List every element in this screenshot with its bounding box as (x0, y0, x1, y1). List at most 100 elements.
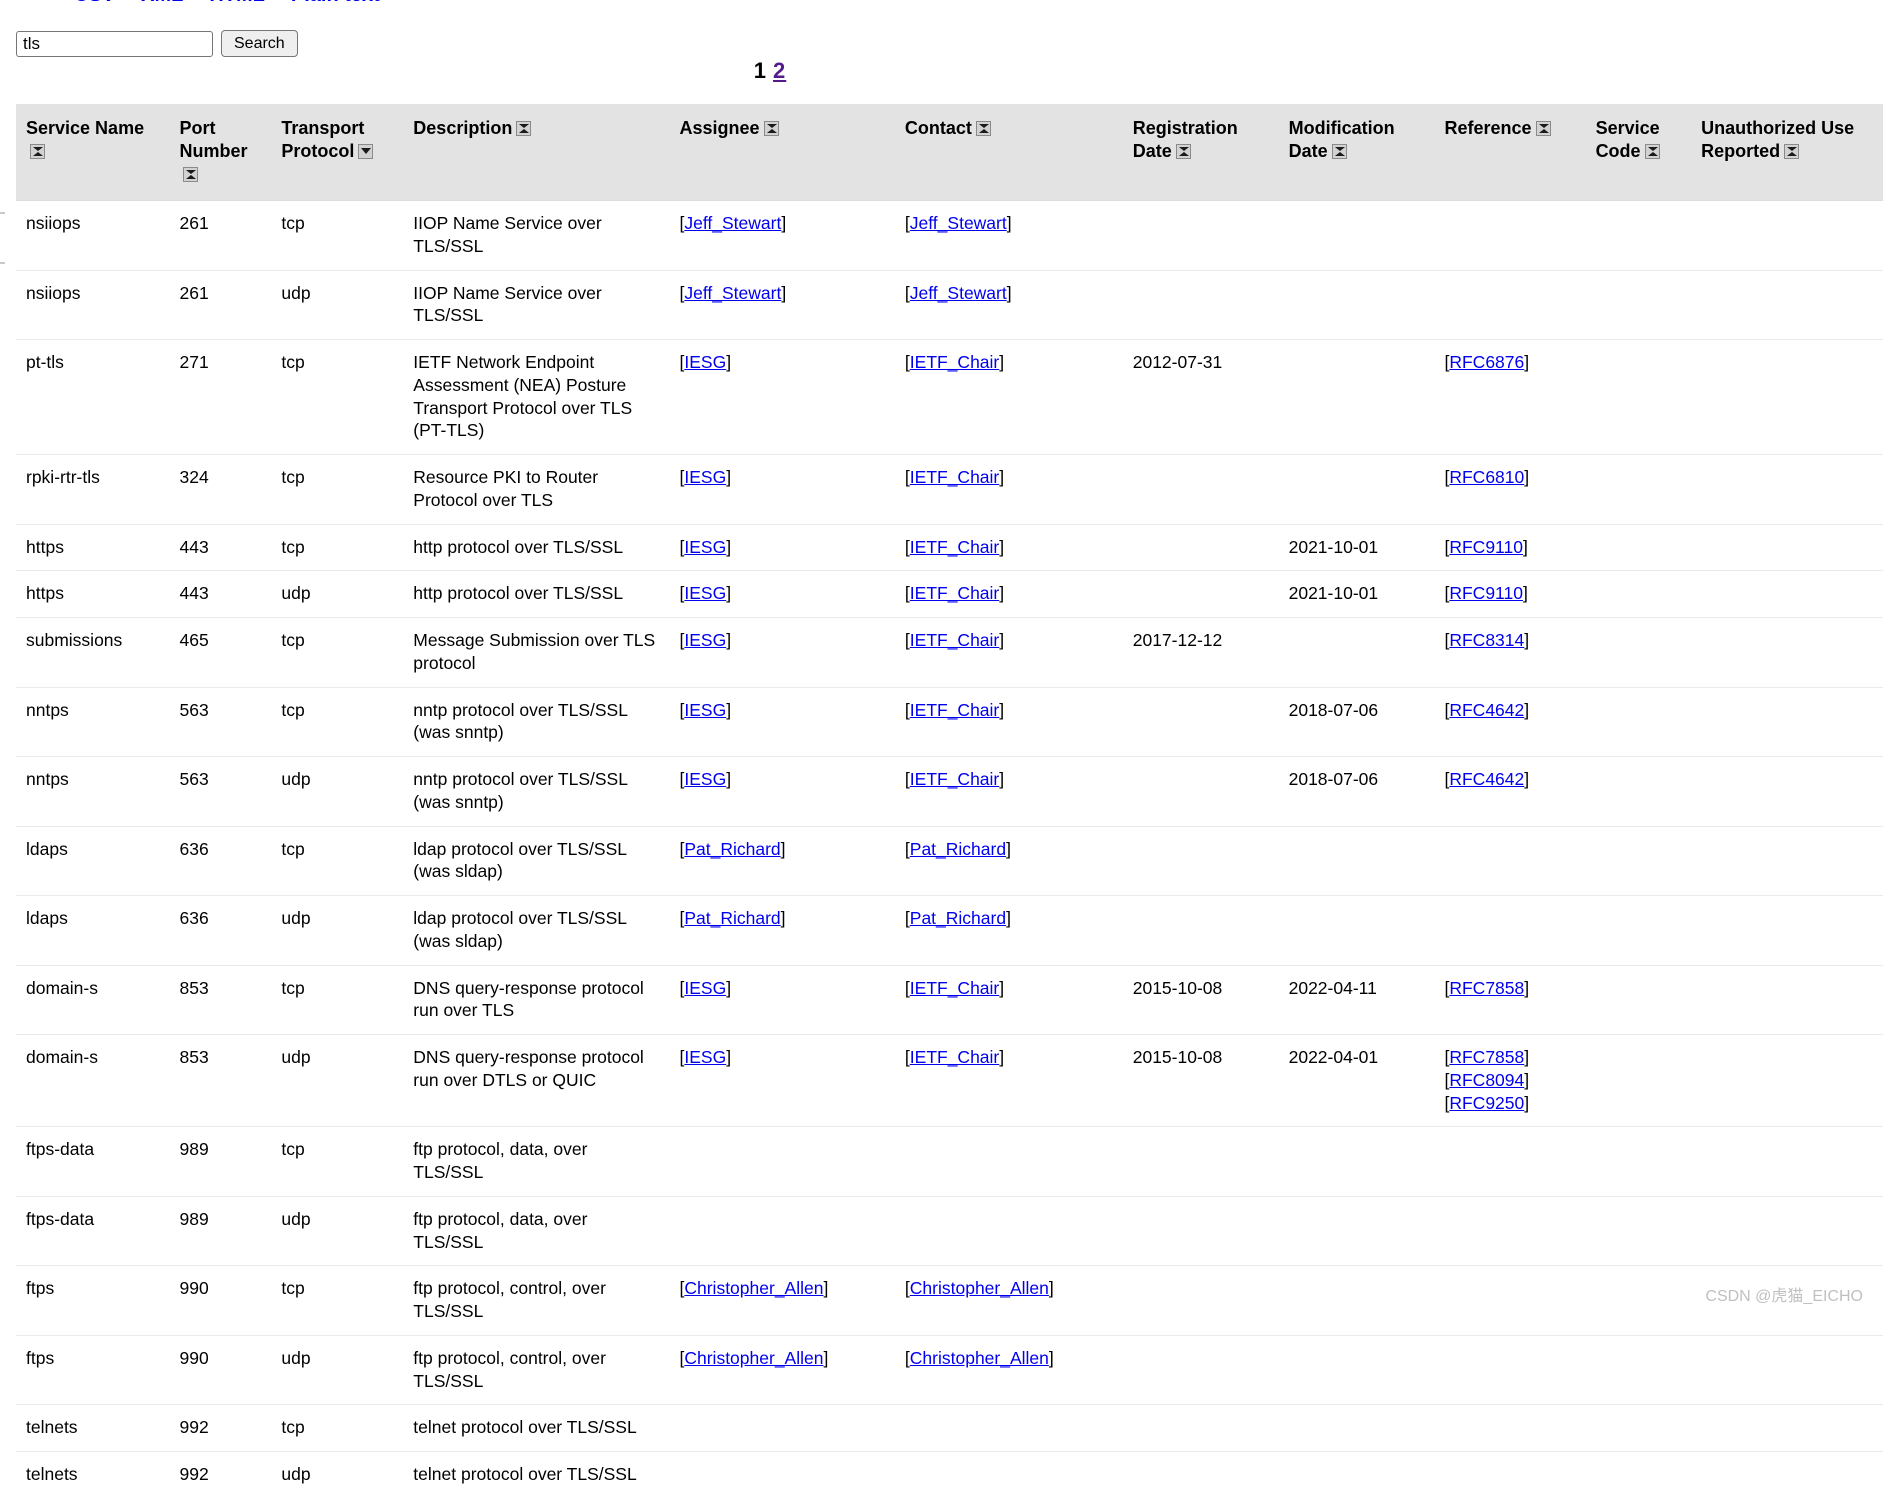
contact-link[interactable]: Jeff_Stewart (910, 213, 1007, 233)
cell-assignee: [IESG] (669, 454, 895, 525)
contact-link-wrapper: [IETF_Chair] (904, 536, 1005, 557)
reference-link[interactable]: RFC8314 (1449, 630, 1524, 650)
assignee-link[interactable]: IESG (684, 537, 726, 557)
cell-contact: [IETF_Chair] (894, 339, 1123, 455)
column-header-port-number[interactable]: Port Number (169, 104, 272, 201)
cell-port-number: 853 (169, 964, 272, 1035)
assignee-link[interactable]: IESG (684, 700, 726, 720)
reference-link[interactable]: RFC9110 (1449, 583, 1523, 603)
column-header-reference[interactable]: Reference (1434, 104, 1586, 201)
contact-link[interactable]: Jeff_Stewart (910, 283, 1007, 303)
column-header-contact[interactable]: Contact (894, 104, 1123, 201)
assignee-link[interactable]: Jeff_Stewart (684, 283, 781, 303)
reference-link[interactable]: RFC4642 (1449, 700, 1524, 720)
cell-assignee: [IESG] (669, 570, 895, 618)
export-link-plain-text[interactable]: Plain text (291, 0, 380, 6)
cell-service-name: domain-s (16, 964, 170, 1035)
column-header-service-code[interactable]: Service Code (1585, 104, 1692, 201)
cell-registration-date (1122, 523, 1279, 571)
column-header-description[interactable]: Description (403, 104, 670, 201)
export-link-xml[interactable]: XML (141, 0, 183, 6)
sort-icon-unauthorized-use-reported[interactable] (1784, 144, 1800, 160)
cell-transport-protocol: udp (271, 895, 404, 966)
cell-service-code (1585, 339, 1692, 455)
contact-link[interactable]: IETF_Chair (910, 978, 999, 998)
contact-link[interactable]: IETF_Chair (910, 700, 999, 720)
contact-link[interactable]: IETF_Chair (910, 537, 999, 557)
assignee-link[interactable]: Christopher_Allen (684, 1348, 823, 1368)
assignee-link[interactable]: Christopher_Allen (684, 1278, 823, 1298)
sort-icon-contact[interactable] (975, 121, 991, 136)
sort-icon-registration-date[interactable] (1175, 144, 1191, 160)
search-button[interactable]: Search (221, 30, 298, 57)
contact-link[interactable]: IETF_Chair (910, 1047, 999, 1067)
column-header-unauthorized-use-reported[interactable]: Unauthorized Use Reported (1691, 104, 1883, 201)
cell-service-code (1585, 1404, 1692, 1452)
cell-description: DNS query-response protocol run over TLS (403, 964, 670, 1035)
sort-icon-transport-protocol[interactable] (358, 144, 374, 160)
cell-port-number: 443 (169, 570, 272, 618)
assignee-link[interactable]: IESG (684, 352, 726, 372)
assignee-link-wrapper: [IESG] (679, 699, 732, 720)
cell-registration-date (1122, 1126, 1279, 1197)
cell-service-name: ftps-data (16, 1126, 170, 1197)
cell-reference (1434, 269, 1586, 340)
contact-link[interactable]: Christopher_Allen (910, 1278, 1049, 1298)
column-header-transport-protocol[interactable]: Transport Protocol (271, 104, 404, 201)
assignee-link[interactable]: Pat_Richard (684, 908, 780, 928)
pagination-page-2[interactable]: 2 (773, 58, 786, 83)
contact-link[interactable]: IETF_Chair (910, 630, 999, 650)
table-row: telnets 992 tcp telnet protocol over TLS/SS… (16, 1404, 1883, 1452)
assignee-link[interactable]: IESG (684, 1047, 726, 1067)
column-header-modification-date[interactable]: Modification Date (1278, 104, 1435, 201)
cell-service-name: ftps-data (16, 1195, 170, 1266)
search-input[interactable] (16, 30, 213, 57)
reference-link[interactable]: RFC9250 (1449, 1093, 1524, 1113)
assignee-link[interactable]: Jeff_Stewart (684, 213, 781, 233)
sort-icon-assignee[interactable] (763, 121, 779, 136)
contact-link[interactable]: Pat_Richard (910, 839, 1006, 859)
assignee-link[interactable]: IESG (684, 978, 726, 998)
contact-link[interactable]: IETF_Chair (910, 769, 999, 789)
reference-link[interactable]: RFC9110 (1449, 537, 1523, 557)
column-header-assignee[interactable]: Assignee (669, 104, 895, 201)
cell-description: IIOP Name Service over TLS/SSL (403, 200, 670, 271)
assignee-link[interactable]: IESG (684, 583, 726, 603)
reference-link[interactable]: RFC6876 (1449, 352, 1524, 372)
table-row: nntps 563 udp nntp protocol over TLS/SSL (w… (16, 756, 1883, 827)
cell-service-name: ldaps (16, 895, 170, 966)
cell-assignee: [IESG] (669, 617, 895, 688)
reference-link[interactable]: RFC8094 (1449, 1070, 1524, 1090)
assignee-link[interactable]: Pat_Richard (684, 839, 780, 859)
sort-icon-service-name[interactable] (30, 144, 45, 160)
contact-link[interactable]: IETF_Chair (910, 467, 999, 487)
sort-icon-description[interactable] (516, 121, 532, 136)
cell-modification-date (1278, 1195, 1435, 1266)
cell-service-name: telnets (16, 1404, 170, 1452)
sort-icon-port-number[interactable] (183, 167, 199, 183)
table-row: domain-s 853 tcp DNS query-response protoco… (16, 964, 1883, 1035)
assignee-link[interactable]: IESG (684, 630, 726, 650)
export-link-csv[interactable]: CSV (74, 0, 115, 6)
column-header-registration-date[interactable]: Registration Date (1122, 104, 1279, 201)
reference-link[interactable]: RFC6810 (1449, 467, 1524, 487)
reference-link[interactable]: RFC4642 (1449, 769, 1524, 789)
reference-link[interactable]: RFC7858 (1449, 978, 1524, 998)
contact-link[interactable]: IETF_Chair (910, 583, 999, 603)
sort-icon-modification-date[interactable] (1331, 144, 1347, 160)
reference-link[interactable]: RFC7858 (1449, 1047, 1524, 1067)
contact-link[interactable]: Pat_Richard (910, 908, 1006, 928)
contact-link[interactable]: Christopher_Allen (910, 1348, 1049, 1368)
table-row: submissions 465 tcp Message Submission over… (16, 617, 1883, 688)
cell-service-name: pt-tls (16, 339, 170, 455)
cell-service-name: rpki-rtr-tls (16, 454, 170, 525)
contact-link[interactable]: IETF_Chair (910, 352, 999, 372)
assignee-link[interactable]: IESG (684, 769, 726, 789)
sort-icon-service-code[interactable] (1644, 144, 1660, 160)
export-link-html[interactable]: HTML (209, 0, 265, 6)
cell-contact: [IETF_Chair] (894, 617, 1123, 688)
cell-service-name: telnets (16, 1451, 170, 1498)
sort-icon-reference[interactable] (1535, 121, 1551, 136)
column-header-service-name[interactable]: Service Name (16, 104, 170, 201)
assignee-link[interactable]: IESG (684, 467, 726, 487)
